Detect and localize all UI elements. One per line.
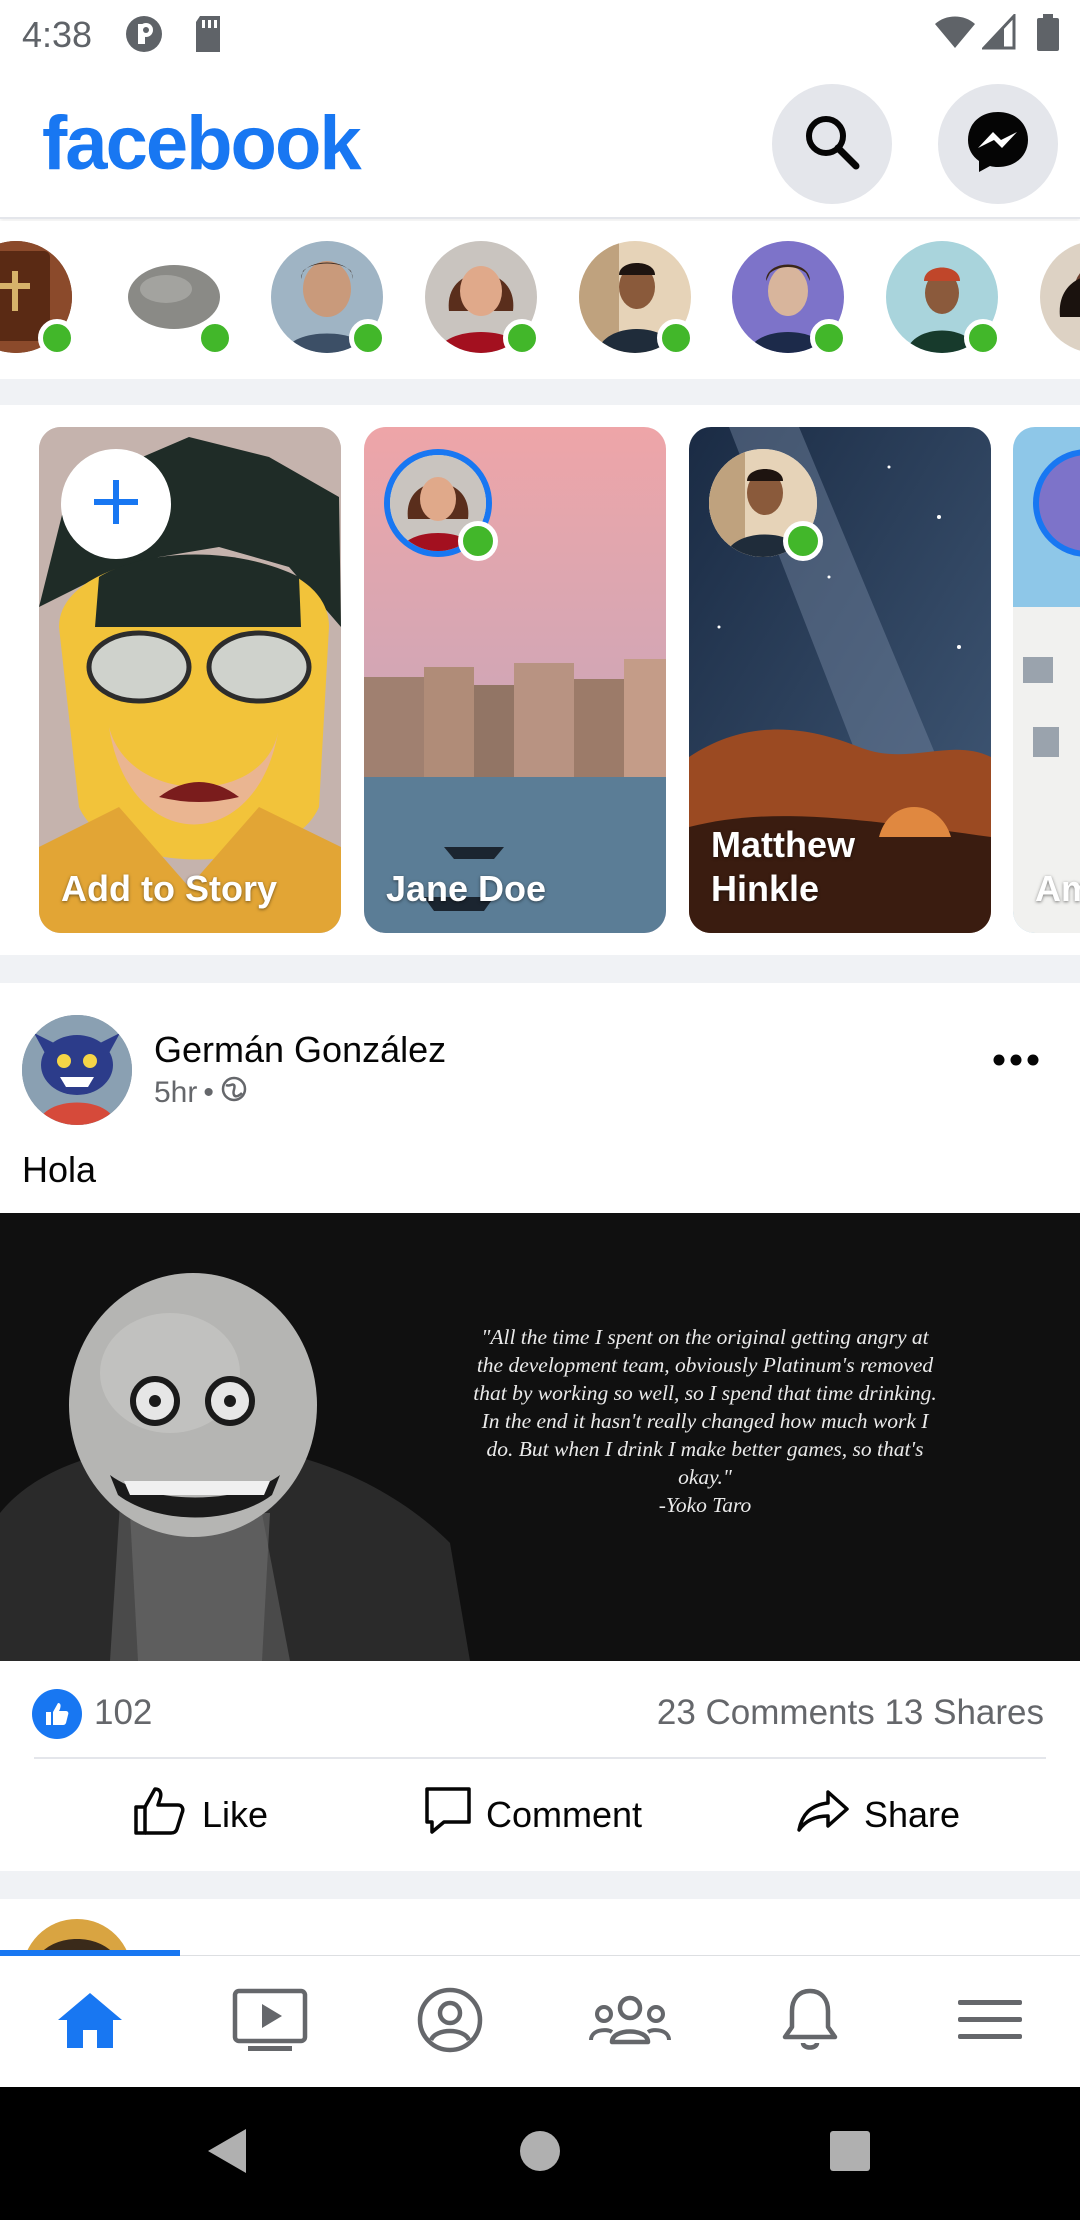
online-indicator	[657, 319, 695, 357]
story-card-jane-doe[interactable]: Jane Doe	[364, 427, 666, 933]
wifi-icon	[934, 14, 976, 55]
next-post-preview[interactable]	[0, 1899, 1080, 1955]
system-recents-button[interactable]	[790, 2087, 910, 2220]
system-navigation-bar	[0, 2087, 1080, 2220]
nav-notifications[interactable]	[720, 1956, 900, 2088]
top-app-bar: facebook	[0, 66, 1080, 219]
create-story-card[interactable]: Add to Story	[39, 427, 341, 933]
active-friend-avatar[interactable]	[732, 241, 848, 357]
comments-shares-count[interactable]: 23 Comments 13 Shares	[657, 1693, 1044, 1733]
active-friend-avatar[interactable]	[0, 241, 76, 357]
more-horizontal-icon	[992, 1054, 1040, 1071]
online-indicator	[810, 319, 848, 357]
post-actions: Like Comment Share	[0, 1759, 1080, 1871]
online-indicator	[349, 319, 387, 357]
comment-icon	[424, 1786, 472, 1845]
post-author-name[interactable]: Germán González	[154, 1029, 446, 1071]
thumbs-up-icon	[132, 1785, 188, 1846]
menu-icon	[958, 1998, 1022, 2047]
active-friend-avatar[interactable]	[425, 241, 541, 357]
like-count: 102	[94, 1693, 153, 1732]
quote-attribution: -Yoko Taro	[658, 1493, 752, 1517]
online-indicator	[196, 319, 234, 357]
story-card-matthew-hinkle[interactable]: Matthew Hinkle	[689, 427, 991, 933]
quote-text: "All the time I spent on the original ge…	[473, 1325, 937, 1489]
like-label: Like	[202, 1794, 269, 1835]
home-icon	[56, 1990, 124, 2055]
share-label: Share	[864, 1794, 961, 1835]
battery-icon	[1036, 14, 1060, 57]
nav-menu[interactable]	[900, 1956, 1080, 2088]
active-friend-avatar[interactable]	[886, 241, 1002, 357]
like-button[interactable]: Like	[132, 1759, 268, 1871]
online-indicator	[38, 319, 76, 357]
messenger-icon	[962, 106, 1034, 183]
profile-icon	[416, 1986, 484, 2059]
system-home-button[interactable]	[480, 2087, 600, 2220]
nav-profile[interactable]	[360, 1956, 540, 2088]
post-time: 5hr	[154, 1076, 198, 1109]
section-separator	[0, 955, 1080, 983]
story-card-partial[interactable]: Am	[1013, 427, 1080, 933]
post-meta: 5hr •	[154, 1075, 248, 1111]
online-indicator	[458, 521, 498, 561]
share-arrow-icon	[796, 1789, 850, 1842]
story-label: Add to Story	[61, 868, 277, 909]
groups-icon	[588, 1992, 672, 2053]
reactions-summary[interactable]: 102 23 Comments 13 Shares	[0, 1661, 1080, 1757]
active-friend-avatar[interactable]	[271, 241, 387, 357]
like-reaction-icon	[32, 1689, 82, 1739]
online-indicator	[964, 319, 1002, 357]
section-separator	[0, 379, 1080, 405]
home-circle-icon	[518, 2129, 562, 2178]
nav-watch[interactable]	[180, 1956, 360, 2088]
comment-button[interactable]: Comment	[424, 1759, 642, 1871]
facebook-logo[interactable]: facebook	[42, 100, 362, 187]
search-button[interactable]	[772, 84, 892, 204]
post-author-avatar[interactable]	[22, 1015, 132, 1125]
section-separator	[0, 1871, 1080, 1899]
stories-tray[interactable]: Add to Story Jane Doe Matthew Hinkle Am	[0, 405, 1080, 955]
story-label: Jane Doe	[386, 868, 547, 909]
post-options-button[interactable]	[992, 1053, 1040, 1072]
notifications-icon	[780, 1987, 840, 2058]
active-friend-avatar[interactable]	[579, 241, 695, 357]
search-icon	[800, 110, 864, 179]
system-back-button[interactable]	[168, 2087, 288, 2220]
feed-post: Germán González 5hr • Hola "All the time…	[0, 983, 1080, 1871]
meta-separator: •	[203, 1076, 214, 1109]
nav-groups[interactable]	[540, 1956, 720, 2088]
media-app-icon	[124, 14, 164, 59]
nav-home[interactable]	[0, 1956, 180, 2088]
online-indicator	[503, 319, 541, 357]
signal-icon	[980, 12, 1016, 55]
share-button[interactable]: Share	[796, 1759, 960, 1871]
active-friend-avatar[interactable]	[1040, 241, 1080, 353]
active-friends-row[interactable]	[0, 221, 1080, 377]
story-label: Am	[1035, 868, 1080, 909]
status-time: 4:38	[22, 14, 93, 55]
comment-label: Comment	[486, 1794, 643, 1835]
globe-icon[interactable]	[220, 1075, 248, 1111]
sd-card-icon	[192, 14, 224, 59]
plus-icon	[90, 476, 142, 533]
recents-icon	[829, 2130, 871, 2177]
online-indicator	[783, 521, 823, 561]
messenger-button[interactable]	[938, 84, 1058, 204]
watch-icon	[232, 1988, 308, 2057]
bottom-navigation	[0, 1950, 1080, 2088]
add-story-button[interactable]	[61, 449, 171, 559]
story-label: Matthew Hinkle	[711, 824, 855, 909]
back-icon	[206, 2127, 250, 2180]
status-bar: 4:38	[0, 0, 1080, 66]
active-friend-avatar[interactable]	[118, 241, 234, 357]
post-image[interactable]: "All the time I spent on the original ge…	[0, 1213, 1080, 1661]
post-image-quote: "All the time I spent on the original ge…	[470, 1323, 940, 1519]
post-text: Hola	[22, 1149, 97, 1190]
